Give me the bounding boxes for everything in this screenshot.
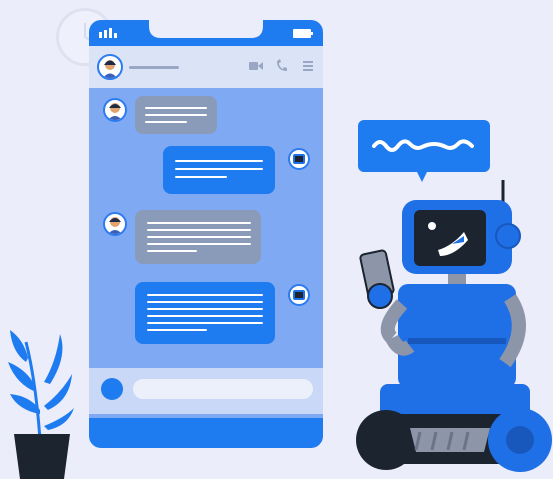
robot-speech-bubble — [358, 120, 490, 182]
phone-icon[interactable] — [275, 59, 289, 73]
user-avatar — [103, 212, 127, 236]
bot-avatar — [288, 148, 310, 170]
bot-avatar — [288, 284, 310, 306]
message-input[interactable] — [133, 379, 313, 399]
message-bubble — [163, 146, 275, 194]
message-bubble — [135, 282, 275, 344]
scribble-text-graphic — [372, 139, 474, 152]
contact-name-placeholder — [129, 66, 179, 69]
plant-illustration — [8, 330, 74, 479]
menu-icon[interactable] — [303, 61, 313, 71]
robot-illustration — [356, 180, 552, 472]
battery-icon — [293, 29, 313, 38]
attach-button[interactable] — [101, 378, 123, 400]
contact-avatar[interactable] — [97, 54, 123, 80]
user-avatar — [103, 98, 127, 122]
phone-mockup — [89, 20, 323, 448]
video-icon[interactable] — [249, 61, 263, 71]
message-bubble — [135, 96, 217, 134]
message-bubble — [135, 210, 261, 264]
signal-icon — [99, 28, 117, 38]
